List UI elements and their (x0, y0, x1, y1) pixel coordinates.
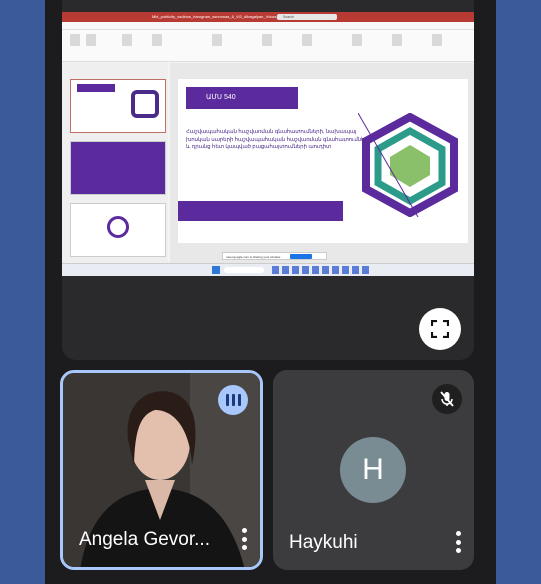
ribbon-group (86, 34, 96, 46)
windows-start-icon (212, 266, 220, 274)
ribbon-toolbar (62, 30, 474, 62)
powerpoint-titlebar: Mkt_publicity_ssdinos_harugnan_ssnnonas_… (62, 12, 474, 22)
stop-sharing-button[interactable] (290, 254, 312, 259)
menu-bar: File Home Insert Draw Design Transitions… (62, 22, 474, 36)
slide-bar (178, 201, 343, 221)
speaking-indicator (218, 385, 248, 415)
taskbar-search (224, 267, 264, 273)
more-options-button[interactable] (455, 531, 461, 553)
ribbon-group (302, 34, 312, 46)
slide-thumbnail (70, 203, 166, 257)
mic-off-icon (440, 391, 454, 407)
more-options-button[interactable] (241, 528, 247, 550)
ribbon-group (212, 34, 222, 46)
ribbon-group (262, 34, 272, 46)
participant-tile-haykuhi[interactable]: H Haykuhi (273, 370, 474, 570)
participant-tile-angela[interactable]: Angela Gevor... (60, 370, 263, 570)
shared-screen: Mkt_publicity_ssdinos_harugnan_ssnnonas_… (62, 12, 474, 276)
participant-name: Haykuhi (289, 532, 358, 553)
current-slide: ԱՄՍ 540 Հաշվապահական հաշվառման գնահատում… (178, 79, 468, 243)
ribbon-group (392, 34, 402, 46)
ribbon-group (122, 34, 132, 46)
audio-level-icon (225, 394, 229, 406)
more-vert-icon (241, 528, 247, 533)
screen-share-tile[interactable]: Mkt_publicity_ssdinos_harugnan_ssnnonas_… (62, 0, 474, 360)
avatar: H (340, 437, 406, 503)
ribbon-group (70, 34, 80, 46)
hexagon-logo-icon (358, 113, 458, 217)
ribbon-group (152, 34, 162, 46)
taskbar-apps (272, 266, 372, 274)
ribbon-group (432, 34, 442, 46)
expand-icon (431, 320, 449, 338)
mute-indicator (432, 384, 462, 414)
notification-text: meet.google.com is sharing your window. (226, 255, 281, 259)
fullscreen-button[interactable] (419, 308, 461, 350)
slide-thumbnail (70, 79, 166, 133)
ribbon-group (352, 34, 362, 46)
slide-editor: ԱՄՍ 540 Հաշվապահական հաշվառման գնահատում… (170, 63, 474, 263)
more-vert-icon (455, 531, 461, 536)
participant-name: Angela Gevor... (79, 529, 210, 550)
sharing-notification: meet.google.com is sharing your window. (222, 252, 327, 260)
slide-thumbnails (62, 63, 168, 263)
slide-tag: ԱՄՍ 540 (186, 87, 298, 109)
slide-body: Հաշվապահական հաշվառման գնահատումների, նա… (186, 129, 372, 150)
search-box: Search (277, 14, 337, 20)
windows-taskbar (62, 263, 474, 276)
slide-thumbnail (70, 141, 166, 195)
